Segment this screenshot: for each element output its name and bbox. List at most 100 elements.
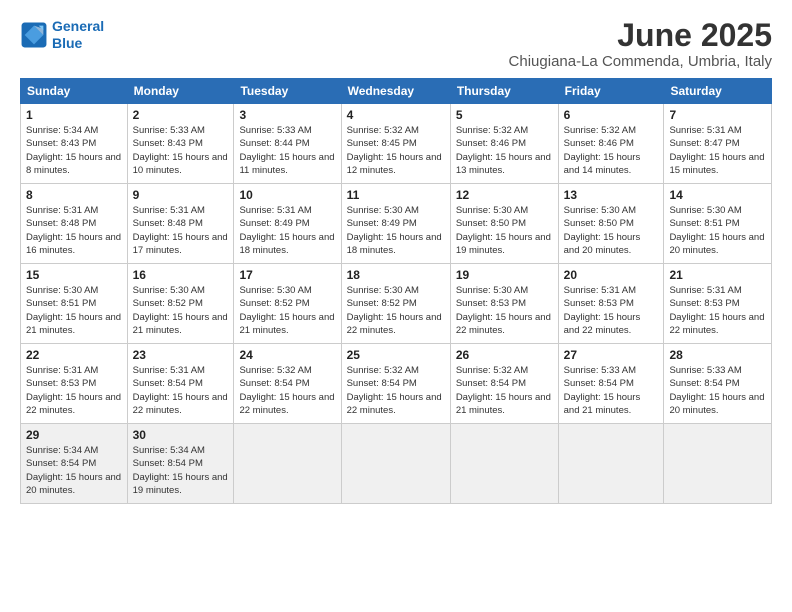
table-row	[341, 424, 450, 504]
header-row: Sunday Monday Tuesday Wednesday Thursday…	[21, 79, 772, 104]
day-number: 29	[26, 428, 122, 442]
day-info: Sunrise: 5:33 AMSunset: 8:44 PMDaylight:…	[239, 124, 335, 177]
logo-line1: General	[52, 18, 104, 34]
day-info: Sunrise: 5:34 AMSunset: 8:54 PMDaylight:…	[133, 444, 229, 497]
table-row: 25 Sunrise: 5:32 AMSunset: 8:54 PMDayligh…	[341, 344, 450, 424]
logo-icon	[20, 21, 48, 49]
day-info: Sunrise: 5:30 AMSunset: 8:52 PMDaylight:…	[239, 284, 335, 337]
day-info: Sunrise: 5:30 AMSunset: 8:50 PMDaylight:…	[456, 204, 553, 257]
day-number: 15	[26, 268, 122, 282]
title-block: June 2025 Chiugiana-La Commenda, Umbria,…	[509, 18, 772, 70]
table-row: 24Sunrise: 5:32 AMSunset: 8:54 PMDayligh…	[234, 344, 341, 424]
day-info: Sunrise: 5:31 AMSunset: 8:53 PMDaylight:…	[669, 284, 766, 337]
day-info: Sunrise: 5:31 AMSunset: 8:54 PMDaylight:…	[133, 364, 229, 417]
table-row	[450, 424, 558, 504]
col-monday: Monday	[127, 79, 234, 104]
day-number: 19	[456, 268, 553, 282]
day-info: Sunrise: 5:31 AMSunset: 8:53 PMDaylight:…	[564, 284, 659, 337]
day-number: 24	[239, 348, 335, 362]
table-row: 16 Sunrise: 5:30 AMSunset: 8:52 PMDayligh…	[127, 264, 234, 344]
day-number: 20	[564, 268, 659, 282]
table-row: 26 Sunrise: 5:32 AMSunset: 8:54 PMDayligh…	[450, 344, 558, 424]
table-row: 17 Sunrise: 5:30 AMSunset: 8:52 PMDayligh…	[234, 264, 341, 344]
day-info: Sunrise: 5:34 AMSunset: 8:54 PMDaylight:…	[26, 444, 122, 497]
col-thursday: Thursday	[450, 79, 558, 104]
table-row: 28 Sunrise: 5:33 AMSunset: 8:54 PMDayligh…	[664, 344, 772, 424]
table-row: 5 Sunrise: 5:32 AMSunset: 8:46 PMDaylight…	[450, 104, 558, 184]
day-info: Sunrise: 5:33 AMSunset: 8:54 PMDaylight:…	[669, 364, 766, 417]
day-number: 3	[239, 108, 335, 122]
day-info: Sunrise: 5:30 AMSunset: 8:50 PMDaylight:…	[564, 204, 659, 257]
logo: General Blue	[20, 18, 104, 52]
day-info: Sunrise: 5:32 AMSunset: 8:46 PMDaylight:…	[456, 124, 553, 177]
day-number: 1	[26, 108, 122, 122]
table-row: 2 Sunrise: 5:33 AMSunset: 8:43 PMDaylight…	[127, 104, 234, 184]
day-info: Sunrise: 5:33 AMSunset: 8:43 PMDaylight:…	[133, 124, 229, 177]
table-row: 27Sunrise: 5:33 AMSunset: 8:54 PMDayligh…	[558, 344, 664, 424]
day-number: 23	[133, 348, 229, 362]
logo-text: General Blue	[52, 18, 104, 52]
table-row: 4 Sunrise: 5:32 AMSunset: 8:45 PMDaylight…	[341, 104, 450, 184]
table-row: 19 Sunrise: 5:30 AMSunset: 8:53 PMDayligh…	[450, 264, 558, 344]
day-info: Sunrise: 5:30 AMSunset: 8:52 PMDaylight:…	[133, 284, 229, 337]
calendar-title: June 2025	[509, 18, 772, 53]
col-tuesday: Tuesday	[234, 79, 341, 104]
day-number: 21	[669, 268, 766, 282]
day-number: 5	[456, 108, 553, 122]
day-number: 16	[133, 268, 229, 282]
table-row: 8Sunrise: 5:31 AMSunset: 8:48 PMDaylight…	[21, 184, 128, 264]
table-row: 11Sunrise: 5:30 AMSunset: 8:49 PMDayligh…	[341, 184, 450, 264]
calendar-table: Sunday Monday Tuesday Wednesday Thursday…	[20, 78, 772, 504]
day-info: Sunrise: 5:30 AMSunset: 8:52 PMDaylight:…	[347, 284, 445, 337]
day-info: Sunrise: 5:32 AMSunset: 8:54 PMDaylight:…	[456, 364, 553, 417]
week-row: 8Sunrise: 5:31 AMSunset: 8:48 PMDaylight…	[21, 184, 772, 264]
table-row: 6 Sunrise: 5:32 AMSunset: 8:46 PMDaylight…	[558, 104, 664, 184]
calendar-subtitle: Chiugiana-La Commenda, Umbria, Italy	[509, 53, 772, 70]
day-info: Sunrise: 5:32 AMSunset: 8:46 PMDaylight:…	[564, 124, 659, 177]
table-row: 9Sunrise: 5:31 AMSunset: 8:48 PMDaylight…	[127, 184, 234, 264]
table-row: 30Sunrise: 5:34 AMSunset: 8:54 PMDayligh…	[127, 424, 234, 504]
table-row: 12 Sunrise: 5:30 AMSunset: 8:50 PMDayligh…	[450, 184, 558, 264]
day-number: 17	[239, 268, 335, 282]
week-row: 1 Sunrise: 5:34 AMSunset: 8:43 PMDaylight…	[21, 104, 772, 184]
table-row: 10 Sunrise: 5:31 AMSunset: 8:49 PMDayligh…	[234, 184, 341, 264]
day-info: Sunrise: 5:34 AMSunset: 8:43 PMDaylight:…	[26, 124, 122, 177]
day-info: Sunrise: 5:31 AMSunset: 8:48 PMDaylight:…	[26, 204, 122, 257]
day-info: Sunrise: 5:31 AMSunset: 8:49 PMDaylight:…	[239, 204, 335, 257]
table-row	[234, 424, 341, 504]
day-number: 28	[669, 348, 766, 362]
day-info: Sunrise: 5:30 AMSunset: 8:49 PMDaylight:…	[347, 204, 445, 257]
table-row: 15 Sunrise: 5:30 AMSunset: 8:51 PMDayligh…	[21, 264, 128, 344]
day-number: 13	[564, 188, 659, 202]
table-row	[558, 424, 664, 504]
table-row: 29 Sunrise: 5:34 AMSunset: 8:54 PMDayligh…	[21, 424, 128, 504]
day-number: 2	[133, 108, 229, 122]
day-info: Sunrise: 5:31 AMSunset: 8:53 PMDaylight:…	[26, 364, 122, 417]
table-row: 22 Sunrise: 5:31 AMSunset: 8:53 PMDayligh…	[21, 344, 128, 424]
table-row: 1 Sunrise: 5:34 AMSunset: 8:43 PMDaylight…	[21, 104, 128, 184]
table-row: 18Sunrise: 5:30 AMSunset: 8:52 PMDayligh…	[341, 264, 450, 344]
week-row: 29 Sunrise: 5:34 AMSunset: 8:54 PMDayligh…	[21, 424, 772, 504]
day-info: Sunrise: 5:30 AMSunset: 8:51 PMDaylight:…	[26, 284, 122, 337]
col-wednesday: Wednesday	[341, 79, 450, 104]
logo-line2: Blue	[52, 35, 82, 51]
day-number: 12	[456, 188, 553, 202]
day-number: 25	[347, 348, 445, 362]
table-row: 23 Sunrise: 5:31 AMSunset: 8:54 PMDayligh…	[127, 344, 234, 424]
day-number: 27	[564, 348, 659, 362]
day-info: Sunrise: 5:30 AMSunset: 8:53 PMDaylight:…	[456, 284, 553, 337]
day-number: 9	[133, 188, 229, 202]
col-sunday: Sunday	[21, 79, 128, 104]
week-row: 15 Sunrise: 5:30 AMSunset: 8:51 PMDayligh…	[21, 264, 772, 344]
day-number: 4	[347, 108, 445, 122]
day-info: Sunrise: 5:32 AMSunset: 8:54 PMDaylight:…	[347, 364, 445, 417]
day-number: 6	[564, 108, 659, 122]
day-info: Sunrise: 5:32 AMSunset: 8:45 PMDaylight:…	[347, 124, 445, 177]
table-row: 3 Sunrise: 5:33 AMSunset: 8:44 PMDaylight…	[234, 104, 341, 184]
day-info: Sunrise: 5:31 AMSunset: 8:47 PMDaylight:…	[669, 124, 766, 177]
table-row	[664, 424, 772, 504]
day-number: 22	[26, 348, 122, 362]
day-number: 10	[239, 188, 335, 202]
table-row: 7Sunrise: 5:31 AMSunset: 8:47 PMDaylight…	[664, 104, 772, 184]
day-number: 26	[456, 348, 553, 362]
